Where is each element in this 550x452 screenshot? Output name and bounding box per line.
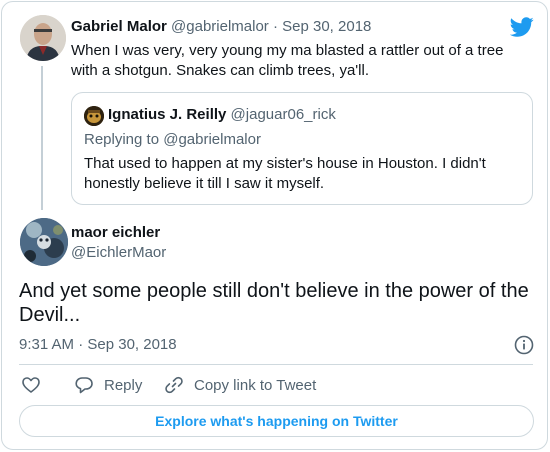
thread-connector-line: [41, 66, 43, 210]
quoted-tweet-header: Ignatius J. Reilly @jaguar06_rick: [108, 106, 336, 123]
quoted-tweet-text: That used to happen at my sister's house…: [84, 155, 486, 192]
info-icon[interactable]: [514, 335, 534, 355]
parent-tweet-header: Gabriel Malor @gabrielmalor · Sep 30, 20…: [71, 18, 371, 35]
reply-button[interactable]: Reply: [74, 374, 142, 396]
maor-eichler-avatar[interactable]: [20, 218, 68, 266]
quoted-author-name[interactable]: Ignatius J. Reilly: [108, 106, 226, 123]
parent-tweet-text: When I was very, very young my ma blaste…: [71, 42, 504, 79]
quoted-tweet[interactable]: Ignatius J. Reilly @jaguar06_rick Replyi…: [71, 92, 533, 205]
parent-date[interactable]: Sep 30, 2018: [282, 18, 371, 35]
replying-to-label: Replying to @gabrielmalor: [84, 131, 261, 148]
copy-link-button[interactable]: Copy link to Tweet: [164, 374, 316, 396]
parent-author-handle[interactable]: @gabrielmalor: [171, 18, 269, 35]
twitter-bird-icon[interactable]: [510, 15, 534, 39]
parent-separator: ·: [272, 18, 278, 35]
embedded-tweet-card: Gabriel Malor @gabrielmalor · Sep 30, 20…: [1, 1, 548, 450]
copy-link-label: Copy link to Tweet: [194, 376, 317, 394]
explore-twitter-button[interactable]: Explore what's happening on Twitter: [19, 405, 534, 437]
main-author-name[interactable]: maor eichler: [71, 224, 160, 241]
ignatius-reilly-avatar[interactable]: [84, 106, 104, 126]
main-author-handle[interactable]: @EichlerMaor: [71, 244, 166, 261]
link-icon: [165, 376, 183, 394]
heart-icon: [22, 377, 40, 393]
reply-label: Reply: [104, 376, 143, 394]
parent-author-name[interactable]: Gabriel Malor: [71, 18, 167, 35]
gabriel-malor-avatar[interactable]: [20, 15, 66, 61]
main-tweet-text: And yet some people still don't believe …: [19, 280, 529, 326]
speech-bubble-icon: [75, 377, 93, 394]
actions-divider: [19, 364, 533, 365]
like-button[interactable]: [21, 374, 51, 396]
tweet-timestamp[interactable]: 9:31 AM · Sep 30, 2018: [19, 336, 177, 353]
quoted-author-handle[interactable]: @jaguar06_rick: [231, 106, 336, 123]
